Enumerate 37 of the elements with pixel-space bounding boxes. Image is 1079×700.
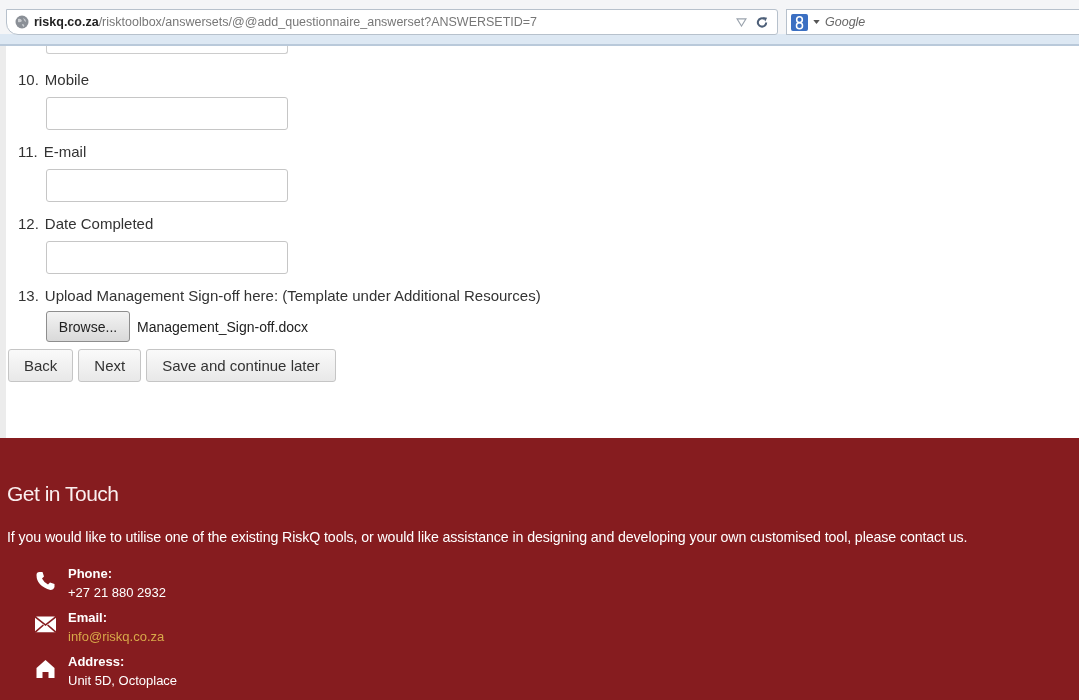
- input-field[interactable]: [46, 46, 288, 54]
- question-number: 11.: [18, 143, 38, 162]
- contact-value: +27 21 880 2932: [68, 584, 166, 602]
- file-name: Management_Sign-off.docx: [137, 318, 308, 335]
- search-engine-icon[interactable]: [791, 13, 808, 31]
- address-bar[interactable]: riskq.co.za/risktoolbox/answersets/@@add_questionnaire_answerset?ANSWERSETID=7: [6, 9, 778, 35]
- footer-text: If you would like to utilise one of the existing RiskQ tools, or would like assistance in designing and developing your own customised tool, please contact us.: [7, 529, 969, 545]
- question-number: 13.: [18, 287, 39, 306]
- question-label: E-mail: [43, 143, 87, 162]
- contact-label: Email:: [68, 609, 108, 627]
- house-icon: [35, 659, 56, 679]
- globe-icon: [15, 15, 29, 29]
- input-field[interactable]: [46, 169, 288, 202]
- footer-heading: Get in Touch: [7, 482, 120, 507]
- form-button[interactable]: Back: [8, 349, 74, 382]
- reload-icon[interactable]: [756, 15, 769, 29]
- question-number: 10.: [18, 71, 39, 90]
- question-label: Date Completed: [44, 215, 154, 234]
- email-link[interactable]: info@riskq.co.za: [68, 627, 165, 647]
- caret-icon[interactable]: [813, 20, 820, 24]
- input-field[interactable]: [46, 97, 288, 130]
- input-field[interactable]: [46, 241, 288, 274]
- search-field[interactable]: Google: [786, 9, 1079, 35]
- url-text: riskq.co.za/risktoolbox/answersets/@@add_questionnaire_answerset?ANSWERSETID=7: [34, 15, 538, 29]
- browse-button[interactable]: Browse...: [46, 311, 130, 342]
- form-button[interactable]: Next: [78, 349, 142, 382]
- search-placeholder: Google: [825, 15, 866, 29]
- contact-label: Phone:: [68, 565, 114, 583]
- contact-value: Unit 5D, Octoplace: [68, 672, 178, 690]
- question-number: 12.: [18, 215, 39, 234]
- question-label: Mobile: [44, 71, 90, 90]
- form-button[interactable]: Save and continue later: [146, 349, 336, 382]
- dropdown-arrow-icon[interactable]: [736, 17, 747, 27]
- envelope-icon: [35, 615, 56, 635]
- question-label: Upload Management Sign-off here: (Template under Additional Resources): [44, 287, 541, 306]
- phone-icon: [35, 571, 56, 591]
- contact-label: Address:: [68, 653, 126, 671]
